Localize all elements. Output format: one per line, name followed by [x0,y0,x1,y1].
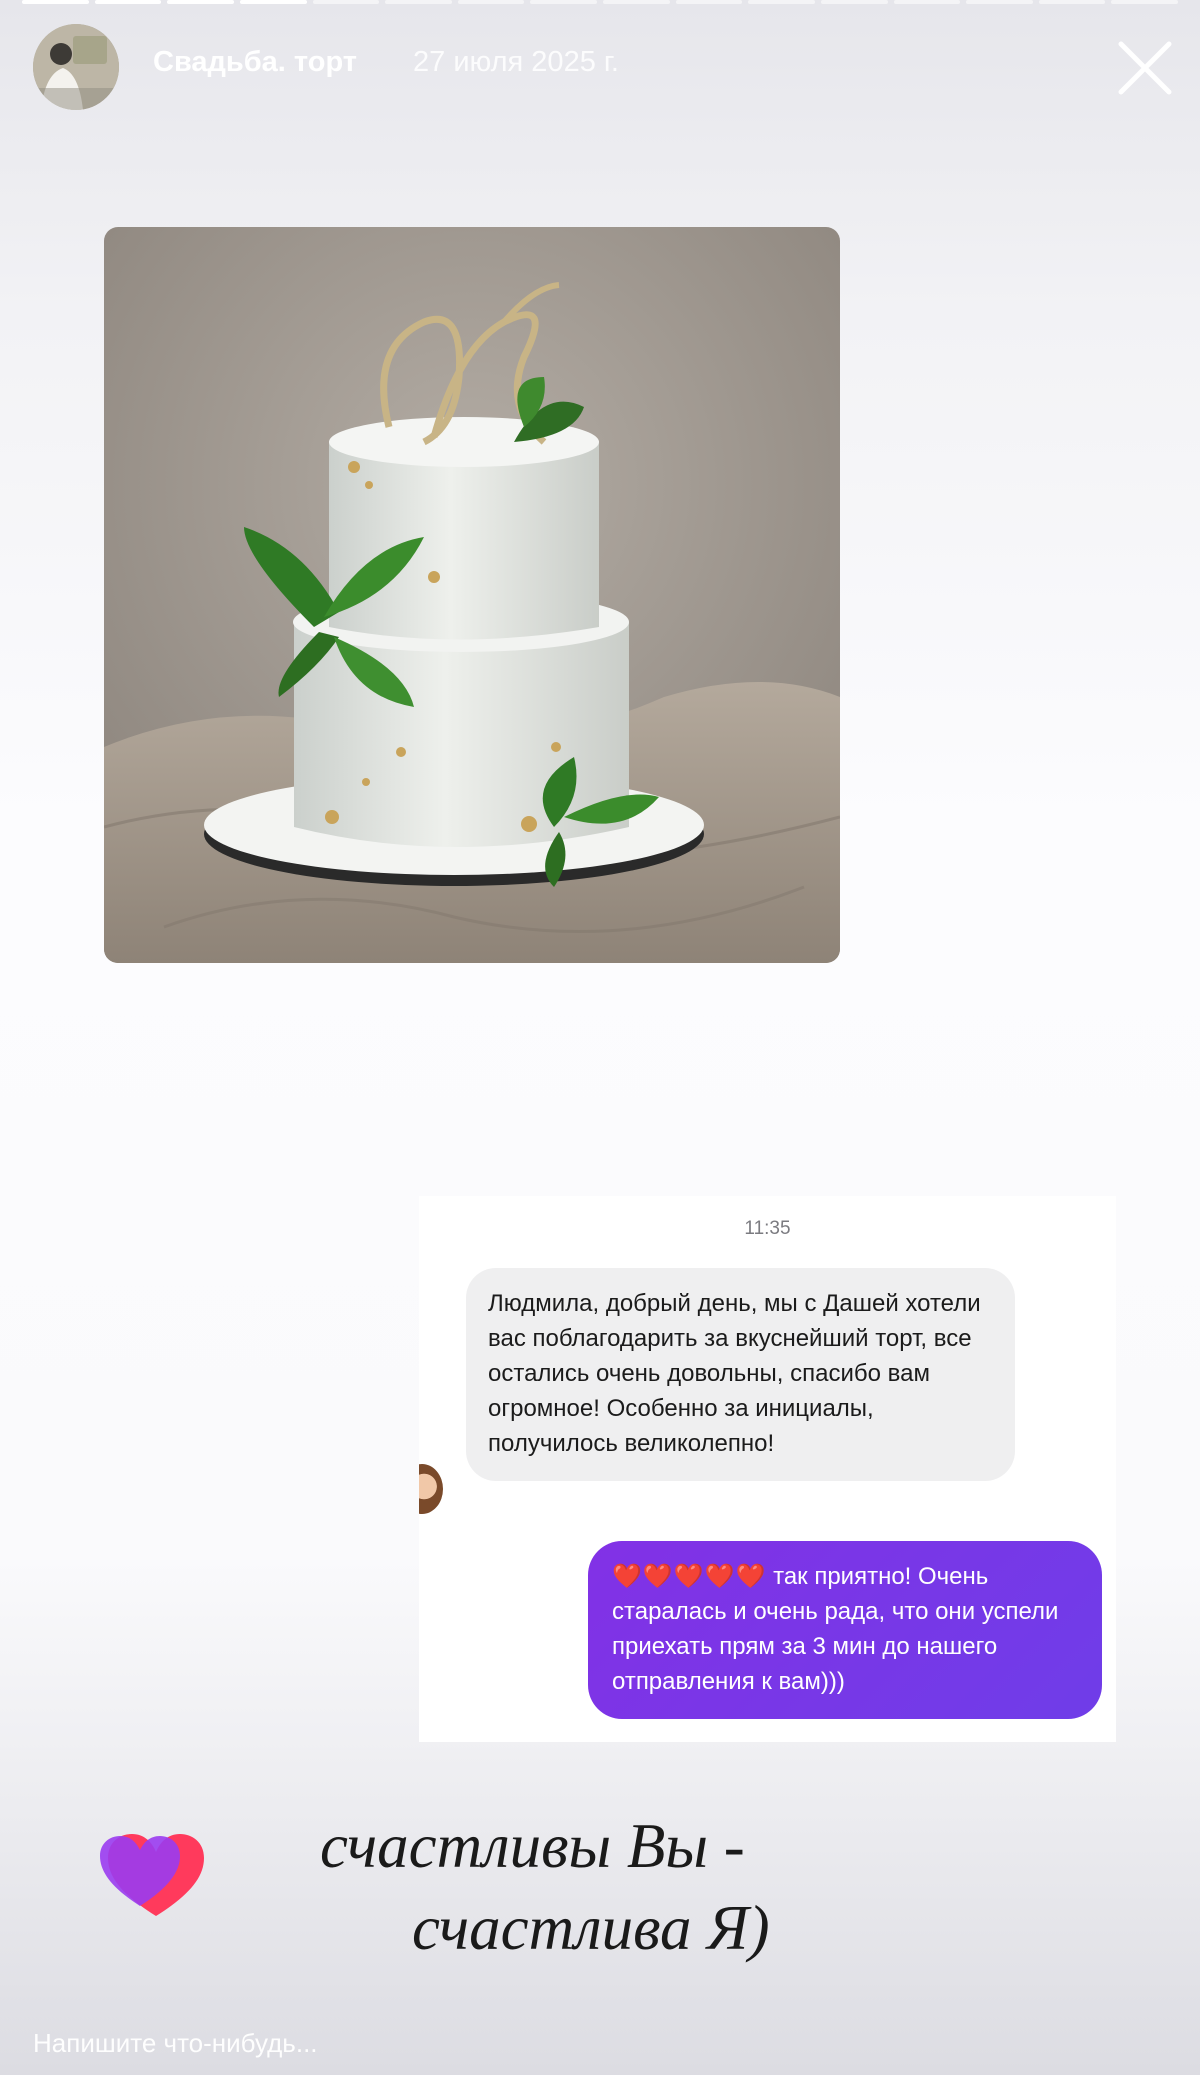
outgoing-message: ❤️❤️❤️❤️❤️ так приятно! Очень старалась … [588,1541,1102,1719]
progress-segment [457,0,525,4]
wedding-cake-image [104,227,840,963]
progress-segment [748,0,815,4]
progress-segment [820,0,888,4]
progress-segment [22,0,89,4]
progress-segment [385,0,452,4]
chat-screenshot: 11:35 Людмила, добрый день, мы с Дашей х… [419,1196,1116,1742]
story-caption: счастливы Вы - счастлива Я) [320,1805,880,1969]
progress-segment [893,0,961,4]
progress-segment [167,0,234,4]
progress-segment [675,0,743,4]
reply-input[interactable]: Напишите что-нибудь... [33,2028,318,2059]
incoming-message: Людмила, добрый день, мы с Дашей хотели … [466,1268,1015,1481]
progress-segment [603,0,670,4]
avatar-image [33,24,119,110]
cake-photo [104,227,840,963]
progress-segment [530,0,597,4]
progress-segment [239,0,307,4]
progress-segment [1038,0,1106,4]
close-icon [1118,41,1172,95]
double-heart-icon [100,1834,204,1916]
caption-line-2: счастлива Я) [412,1893,770,1963]
message-timestamp: 11:35 [744,1218,791,1239]
profile-avatar[interactable] [33,24,119,110]
story-title[interactable]: Свадьба. торт [153,46,357,79]
hearts-emoji: ❤️❤️❤️❤️❤️ [612,1563,767,1590]
sender-avatar [419,1464,443,1514]
progress-segment [312,0,380,4]
story-date: 27 июля 2025 г. [413,46,619,78]
caption-line-1: счастливы Вы - [320,1811,745,1881]
close-button[interactable] [1112,35,1178,101]
progress-segment [966,0,1033,4]
progress-segment [1111,0,1178,4]
progress-segment [94,0,162,4]
story-progress-bar [22,0,1178,4]
hearts-sticker[interactable] [98,1830,206,1920]
